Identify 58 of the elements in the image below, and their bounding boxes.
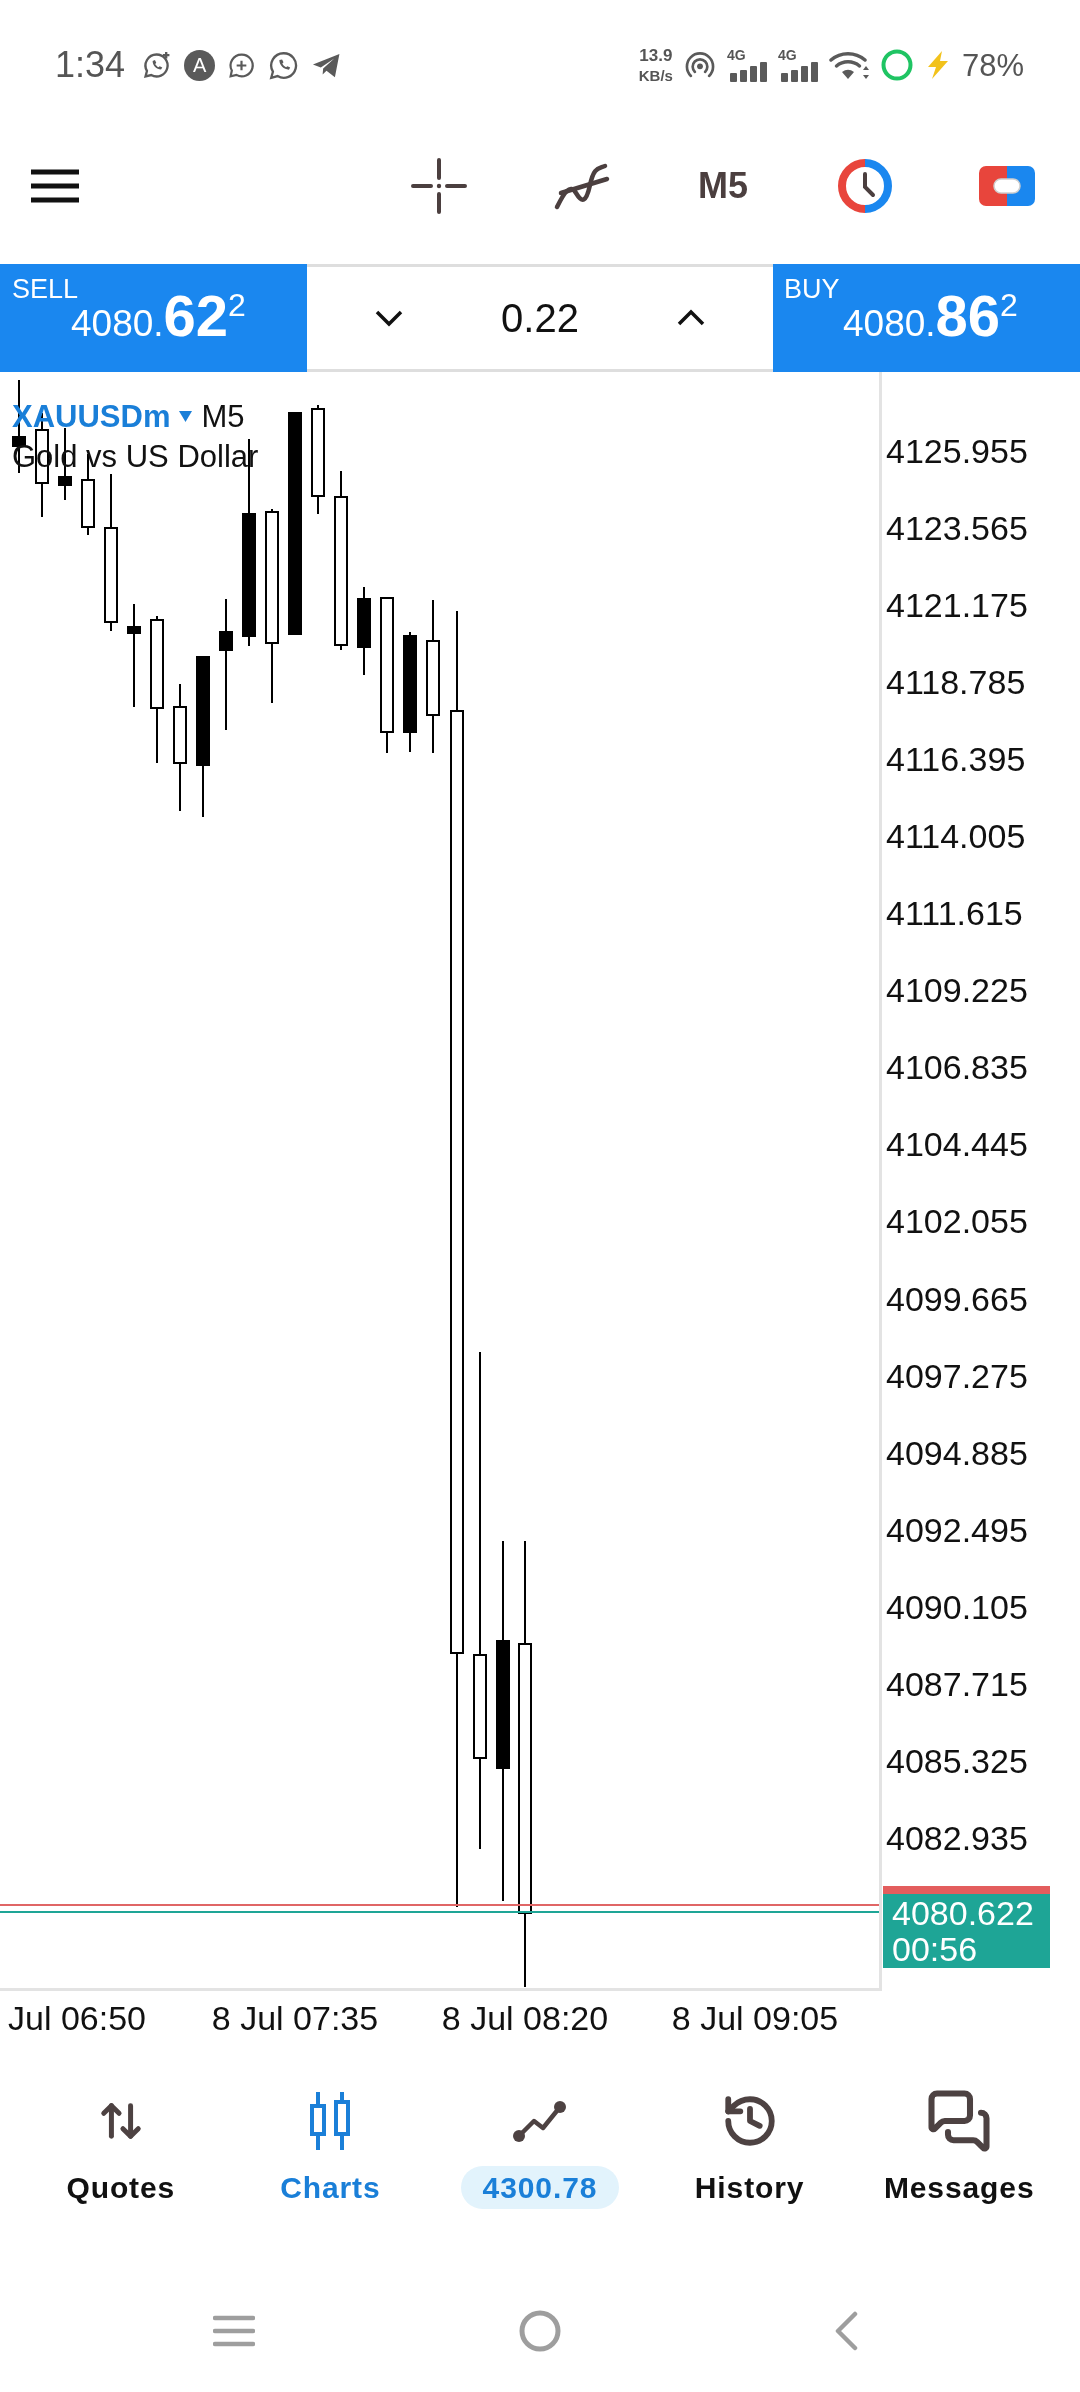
price-axis-label: 4104.445 bbox=[886, 1127, 1028, 1162]
app-logo: A bbox=[184, 49, 216, 81]
clock-icon bbox=[837, 158, 893, 214]
chevron-up-icon bbox=[676, 309, 706, 327]
bottom-nav-tab[interactable]: Charts bbox=[280, 2091, 381, 2209]
price-axis-label: 4114.005 bbox=[886, 819, 1026, 854]
home-icon bbox=[519, 2310, 561, 2352]
price-axis-label: 4097.275 bbox=[886, 1358, 1028, 1393]
price-axis-label: 4090.105 bbox=[886, 1589, 1028, 1624]
price-axis-label: 4106.835 bbox=[886, 1050, 1028, 1085]
wave-icon bbox=[552, 161, 610, 211]
time-axis-label: 8 Jul 08:20 bbox=[441, 2001, 609, 2035]
menu-lines-icon bbox=[213, 2315, 255, 2347]
signal-icon bbox=[779, 62, 818, 82]
bottom-nav-tab[interactable]: History bbox=[694, 2091, 805, 2209]
price-axis-label: 4082.935 bbox=[886, 1820, 1028, 1855]
bottom-nav-tab[interactable]: Messages bbox=[883, 2091, 1035, 2209]
price-axis-label: 4099.665 bbox=[886, 1281, 1028, 1316]
trend-line-icon bbox=[512, 2099, 568, 2143]
ring-icon bbox=[879, 48, 914, 82]
bid-price: 4080.622 bbox=[892, 1895, 1035, 1931]
wifi-icon bbox=[828, 49, 869, 81]
time-axis-label: 8 Jul 07:35 bbox=[211, 2001, 379, 2035]
price-axis-label: 4094.885 bbox=[886, 1435, 1028, 1470]
chevron-down-icon bbox=[374, 309, 404, 327]
price-axis-label: 4085.325 bbox=[886, 1743, 1028, 1778]
caret-down-icon bbox=[179, 410, 193, 422]
time-axis-label: 8 Jul 09:05 bbox=[671, 2001, 839, 2035]
bottom-nav-tab[interactable]: 4300.78 bbox=[460, 2091, 620, 2209]
menu-icon bbox=[30, 169, 80, 203]
chart-timeframe: M5 bbox=[201, 400, 245, 432]
chat-bubbles-icon bbox=[926, 2088, 993, 2154]
price-axis-label: 4116.395 bbox=[886, 742, 1026, 777]
price-axis-label: 4111.615 bbox=[886, 896, 1023, 931]
volume-field[interactable]: 0.22 bbox=[501, 298, 579, 338]
split-square-icon bbox=[979, 166, 1035, 206]
back-icon bbox=[834, 2311, 858, 2351]
time-axis-label: Jul 06:50 bbox=[8, 2001, 146, 2035]
price-axis-label: 4118.785 bbox=[886, 665, 1026, 700]
price-axis-label: 4087.715 bbox=[886, 1666, 1028, 1701]
network-type-label: 4G bbox=[777, 48, 797, 62]
battery-level: 78% bbox=[961, 49, 1024, 81]
bottom-nav-tab[interactable]: Quotes bbox=[66, 2091, 176, 2209]
price-axis-label: 4092.495 bbox=[886, 1512, 1028, 1547]
signal-icon bbox=[728, 62, 767, 82]
price-axis-label: 4102.055 bbox=[886, 1204, 1028, 1239]
chat-phone-icon bbox=[268, 49, 300, 81]
network-type-label: 4G bbox=[726, 48, 746, 62]
countdown-timer: 00:56 bbox=[892, 1931, 979, 1967]
status-time: 1:34 bbox=[55, 47, 126, 83]
crosshair-icon bbox=[411, 158, 467, 214]
price-axis-label: 4109.225 bbox=[886, 973, 1028, 1008]
balance-pill: 4300.78 bbox=[460, 2166, 620, 2209]
price-axis-label: 4125.955 bbox=[886, 434, 1028, 468]
price-axis-label: 4121.175 bbox=[886, 588, 1028, 623]
price-axis-label: 4123.565 bbox=[886, 511, 1028, 546]
network-speed: 13.9 KB/s bbox=[638, 47, 673, 83]
timeframe-button[interactable]: M5 bbox=[691, 154, 755, 218]
